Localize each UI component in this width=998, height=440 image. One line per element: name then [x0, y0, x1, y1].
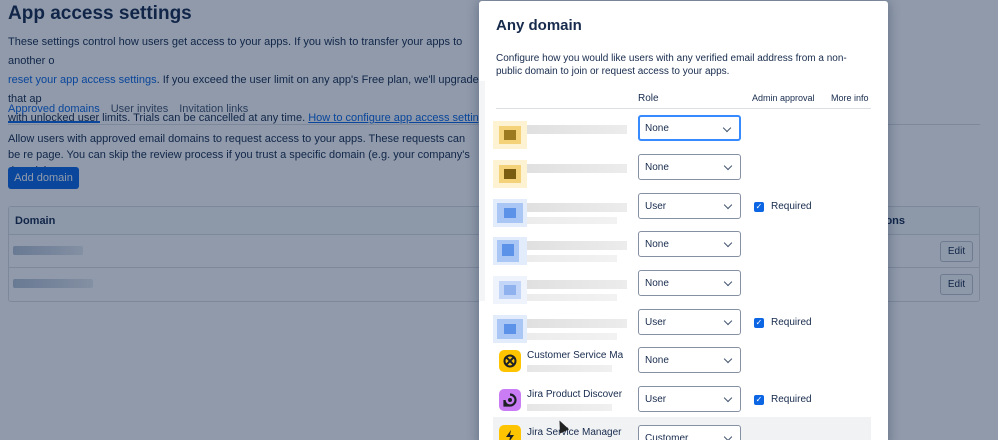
pixelated-yellow-icon [493, 121, 527, 149]
required-label: Required [771, 201, 812, 212]
role-value: User [645, 200, 667, 212]
role-select[interactable]: None [638, 154, 741, 180]
redacted-app-name [527, 319, 627, 328]
redacted-app-subtitle [527, 294, 617, 301]
chevron-down-icon [723, 200, 733, 210]
role-value: None [645, 161, 669, 173]
role-value: User [645, 393, 667, 405]
role-select[interactable]: User [638, 309, 741, 335]
list-item: None [493, 154, 871, 193]
app-name: Customer Service Ma [527, 350, 623, 361]
app-name: Jira Product Discover [527, 389, 623, 400]
list-item: None [493, 270, 871, 309]
redacted-app-subtitle [527, 217, 617, 224]
chevron-down-icon [723, 432, 733, 440]
chevron-down-icon [723, 277, 733, 287]
admin-approval-toggle[interactable]: ✓ Required [754, 201, 812, 212]
column-admin-approval: Admin approval [752, 93, 815, 103]
header-divider [496, 108, 871, 109]
role-select[interactable]: Customer [638, 425, 741, 440]
scrollbar[interactable] [479, 81, 485, 301]
chevron-down-icon [723, 238, 733, 248]
admin-approval-toggle[interactable]: ✓ Required [754, 394, 812, 405]
required-label: Required [771, 317, 812, 328]
any-domain-modal: Any domain Configure how you would like … [479, 1, 888, 440]
redacted-app-subtitle [527, 404, 612, 411]
chevron-down-icon [723, 354, 733, 364]
role-value: None [645, 238, 669, 250]
list-item: Jira Service Manager Customer [493, 417, 871, 440]
checkbox-checked-icon[interactable]: ✓ [754, 317, 764, 328]
chevron-down-icon [723, 393, 733, 403]
role-select[interactable]: None [638, 347, 741, 373]
role-select[interactable]: None [638, 231, 741, 257]
list-item: Customer Service Ma None [493, 347, 871, 386]
jira-product-discovery-icon [499, 389, 521, 411]
pixelated-blue-icon [493, 237, 527, 265]
redacted-app-subtitle [527, 333, 617, 340]
column-role: Role [638, 93, 659, 104]
pixelated-blue-icon [493, 199, 527, 227]
list-item: User ✓ Required [493, 309, 871, 348]
list-item: User ✓ Required [493, 193, 871, 232]
redacted-app-name [527, 125, 627, 134]
admin-approval-toggle[interactable]: ✓ Required [754, 317, 812, 328]
list-item: None [493, 115, 871, 154]
required-label: Required [771, 394, 812, 405]
checkbox-checked-icon[interactable]: ✓ [754, 201, 764, 212]
role-value: Customer [645, 432, 689, 440]
redacted-app-name [527, 164, 627, 173]
redacted-app-name [527, 203, 627, 212]
chevron-down-icon [723, 161, 733, 171]
role-select[interactable]: None [638, 115, 741, 141]
redacted-app-name [527, 241, 627, 250]
role-value: None [645, 277, 669, 289]
pixelated-blue-icon [493, 315, 527, 343]
role-value: User [645, 316, 667, 328]
customer-service-icon [499, 350, 521, 372]
modal-description: Configure how you would like users with … [496, 53, 847, 77]
pixelated-yellow-icon [493, 160, 527, 188]
redacted-app-subtitle [527, 365, 612, 372]
pixelated-blue-icon [493, 276, 527, 304]
role-select[interactable]: User [638, 193, 741, 219]
chevron-down-icon [723, 316, 733, 326]
redacted-app-name [527, 280, 627, 289]
list-item: None [493, 231, 871, 270]
role-select[interactable]: User [638, 386, 741, 412]
modal-title: Any domain [496, 17, 582, 34]
jira-service-management-icon [499, 425, 521, 440]
checkbox-checked-icon[interactable]: ✓ [754, 394, 764, 405]
column-more-info: More info [831, 93, 869, 103]
role-select[interactable]: None [638, 270, 741, 296]
role-value: None [645, 354, 669, 366]
app-name: Jira Service Manager [527, 427, 622, 438]
role-value: None [645, 122, 669, 134]
redacted-app-subtitle [527, 255, 617, 262]
chevron-down-icon [722, 123, 732, 133]
